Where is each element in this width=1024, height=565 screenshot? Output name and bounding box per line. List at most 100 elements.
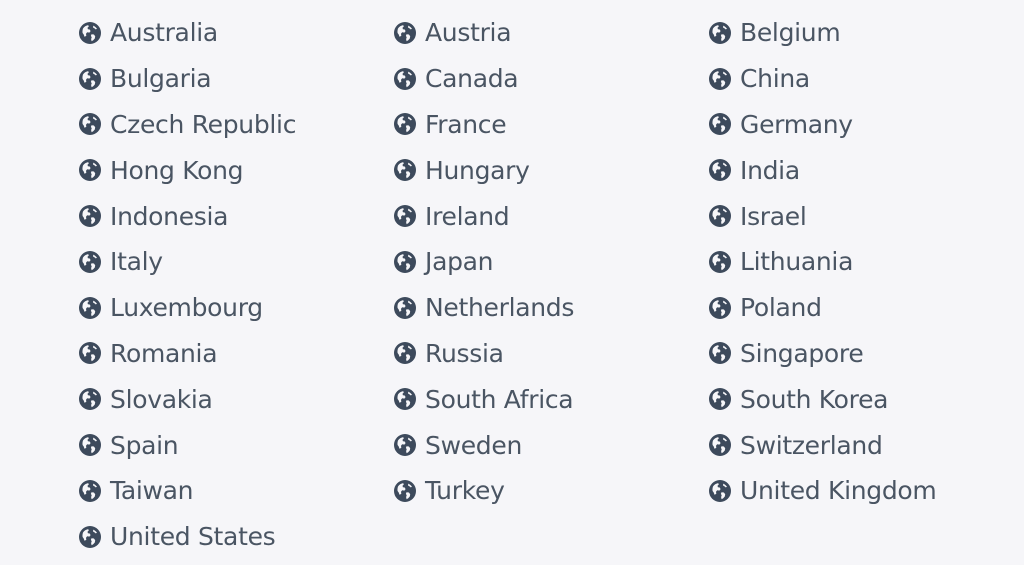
country-label: United States bbox=[110, 522, 276, 552]
country-item-south-korea[interactable]: South Korea bbox=[708, 376, 1023, 422]
country-label: Japan bbox=[425, 247, 494, 277]
country-item-luxembourg[interactable]: Luxembourg bbox=[78, 285, 393, 331]
globe-icon bbox=[393, 341, 417, 365]
country-item-united-kingdom[interactable]: United Kingdom bbox=[708, 468, 1023, 514]
country-label: Singapore bbox=[740, 338, 864, 368]
country-item-france[interactable]: France bbox=[393, 102, 708, 148]
globe-icon bbox=[708, 479, 732, 503]
country-item-united-states[interactable]: United States bbox=[78, 514, 393, 560]
globe-icon bbox=[393, 112, 417, 136]
globe-icon bbox=[78, 67, 102, 91]
globe-icon bbox=[78, 250, 102, 274]
country-item-bulgaria[interactable]: Bulgaria bbox=[78, 56, 393, 102]
country-item-germany[interactable]: Germany bbox=[708, 102, 1023, 148]
country-item-sweden[interactable]: Sweden bbox=[393, 422, 708, 468]
country-label: India bbox=[740, 155, 800, 185]
country-item-spain[interactable]: Spain bbox=[78, 422, 393, 468]
country-label: Poland bbox=[740, 293, 822, 323]
country-label: China bbox=[740, 64, 810, 94]
globe-icon bbox=[393, 204, 417, 228]
globe-icon bbox=[708, 67, 732, 91]
globe-icon bbox=[393, 250, 417, 274]
globe-icon bbox=[78, 479, 102, 503]
globe-icon bbox=[393, 67, 417, 91]
globe-icon bbox=[393, 21, 417, 45]
globe-icon bbox=[78, 387, 102, 411]
country-label: South Korea bbox=[740, 384, 889, 414]
country-item-india[interactable]: India bbox=[708, 147, 1023, 193]
globe-icon bbox=[78, 296, 102, 320]
country-label: Hungary bbox=[425, 155, 530, 185]
globe-icon bbox=[708, 158, 732, 182]
country-item-indonesia[interactable]: Indonesia bbox=[78, 193, 393, 239]
country-label: Turkey bbox=[425, 476, 505, 506]
country-item-russia[interactable]: Russia bbox=[393, 331, 708, 377]
globe-icon bbox=[708, 296, 732, 320]
globe-icon bbox=[78, 433, 102, 457]
country-label: Indonesia bbox=[110, 201, 229, 231]
globe-icon bbox=[393, 433, 417, 457]
country-label: France bbox=[425, 109, 507, 139]
country-label: Netherlands bbox=[425, 293, 575, 323]
globe-icon bbox=[78, 21, 102, 45]
globe-icon bbox=[78, 525, 102, 549]
country-item-belgium[interactable]: Belgium bbox=[708, 10, 1023, 56]
globe-icon bbox=[708, 341, 732, 365]
globe-icon bbox=[78, 204, 102, 228]
country-item-turkey[interactable]: Turkey bbox=[393, 468, 708, 514]
globe-icon bbox=[393, 296, 417, 320]
country-item-hong-kong[interactable]: Hong Kong bbox=[78, 147, 393, 193]
country-label: United Kingdom bbox=[740, 476, 937, 506]
country-item-netherlands[interactable]: Netherlands bbox=[393, 285, 708, 331]
country-item-lithuania[interactable]: Lithuania bbox=[708, 239, 1023, 285]
country-label: Romania bbox=[110, 338, 218, 368]
country-label: Hong Kong bbox=[110, 155, 244, 185]
country-label: Czech Republic bbox=[110, 109, 297, 139]
globe-icon bbox=[78, 158, 102, 182]
country-label: Austria bbox=[425, 18, 512, 48]
country-item-japan[interactable]: Japan bbox=[393, 239, 708, 285]
country-item-italy[interactable]: Italy bbox=[78, 239, 393, 285]
globe-icon bbox=[393, 158, 417, 182]
globe-icon bbox=[708, 433, 732, 457]
country-label: Spain bbox=[110, 430, 179, 460]
country-label: Bulgaria bbox=[110, 64, 212, 94]
country-label: Switzerland bbox=[740, 430, 883, 460]
globe-icon bbox=[708, 250, 732, 274]
country-item-canada[interactable]: Canada bbox=[393, 56, 708, 102]
country-label: Luxembourg bbox=[110, 293, 263, 323]
country-label: Taiwan bbox=[110, 476, 194, 506]
country-item-ireland[interactable]: Ireland bbox=[393, 193, 708, 239]
country-label: Lithuania bbox=[740, 247, 854, 277]
globe-icon bbox=[708, 112, 732, 136]
globe-icon bbox=[78, 112, 102, 136]
country-item-south-africa[interactable]: South Africa bbox=[393, 376, 708, 422]
country-label: Sweden bbox=[425, 430, 522, 460]
country-item-czech-republic[interactable]: Czech Republic bbox=[78, 102, 393, 148]
country-item-israel[interactable]: Israel bbox=[708, 193, 1023, 239]
globe-icon bbox=[393, 479, 417, 503]
globe-icon bbox=[708, 21, 732, 45]
country-item-romania[interactable]: Romania bbox=[78, 331, 393, 377]
country-item-singapore[interactable]: Singapore bbox=[708, 331, 1023, 377]
globe-icon bbox=[708, 204, 732, 228]
country-item-australia[interactable]: Australia bbox=[78, 10, 393, 56]
country-label: Russia bbox=[425, 338, 504, 368]
country-label: Germany bbox=[740, 109, 853, 139]
globe-icon bbox=[78, 341, 102, 365]
country-item-taiwan[interactable]: Taiwan bbox=[78, 468, 393, 514]
country-label: Canada bbox=[425, 64, 519, 94]
country-label: Italy bbox=[110, 247, 163, 277]
country-label: Israel bbox=[740, 201, 807, 231]
globe-icon bbox=[708, 387, 732, 411]
globe-icon bbox=[393, 387, 417, 411]
country-item-poland[interactable]: Poland bbox=[708, 285, 1023, 331]
country-item-switzerland[interactable]: Switzerland bbox=[708, 422, 1023, 468]
country-item-slovakia[interactable]: Slovakia bbox=[78, 376, 393, 422]
country-label: Belgium bbox=[740, 18, 841, 48]
country-item-hungary[interactable]: Hungary bbox=[393, 147, 708, 193]
country-label: Australia bbox=[110, 18, 218, 48]
country-label: Slovakia bbox=[110, 384, 213, 414]
country-item-austria[interactable]: Austria bbox=[393, 10, 708, 56]
country-item-china[interactable]: China bbox=[708, 56, 1023, 102]
